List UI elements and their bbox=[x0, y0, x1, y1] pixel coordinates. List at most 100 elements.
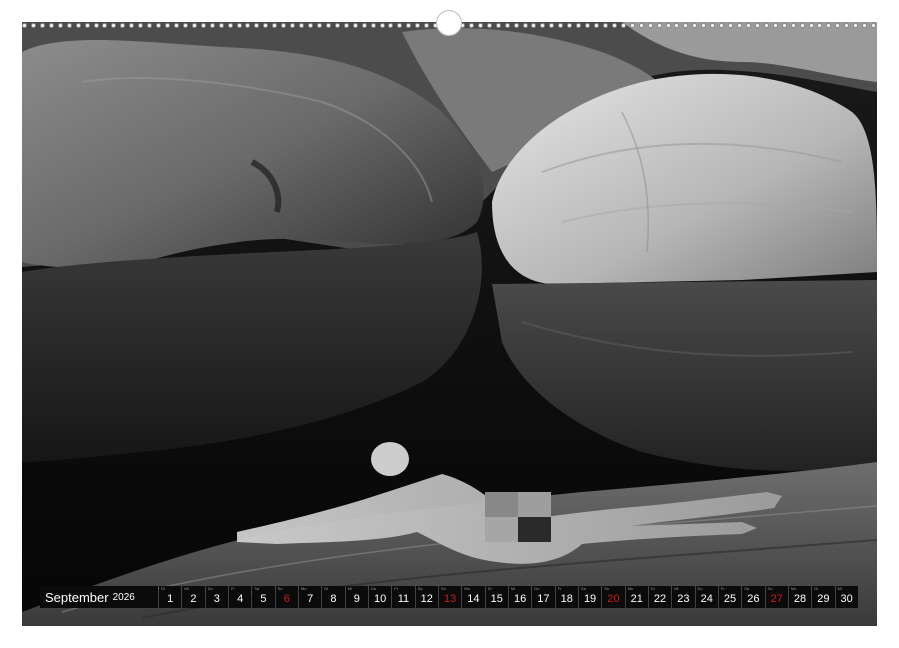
binding-ring bbox=[647, 22, 653, 28]
binding-ring bbox=[504, 22, 510, 28]
binding-ring bbox=[129, 22, 135, 28]
binding-ring bbox=[147, 22, 153, 28]
binding-ring bbox=[102, 22, 108, 28]
day-cell: Fr 4 bbox=[228, 586, 252, 608]
binding-ring bbox=[567, 22, 573, 28]
binding-ring bbox=[352, 22, 358, 28]
binding-ring bbox=[263, 22, 269, 28]
binding-ring bbox=[638, 22, 644, 28]
binding-ring bbox=[254, 22, 260, 28]
day-cell: Mo 7 bbox=[298, 586, 322, 608]
day-cell: Fr 18 bbox=[555, 586, 578, 608]
binding-ring bbox=[477, 22, 483, 28]
day-of-week: Di bbox=[161, 586, 165, 591]
binding-ring bbox=[585, 22, 591, 28]
binding-ring bbox=[674, 22, 680, 28]
month-label: September 2026 bbox=[40, 586, 158, 608]
binding-ring bbox=[138, 22, 144, 28]
binding-ring bbox=[763, 22, 769, 28]
binding-ring bbox=[844, 22, 850, 28]
day-number: 5 bbox=[260, 593, 267, 605]
binding-ring bbox=[415, 22, 421, 28]
binding-ring bbox=[710, 22, 716, 28]
day-number: 16 bbox=[513, 593, 527, 605]
day-number: 17 bbox=[537, 593, 550, 605]
binding-ring bbox=[156, 22, 162, 28]
binding-ring bbox=[701, 22, 707, 28]
binding-ring bbox=[281, 22, 287, 28]
binding-ring bbox=[245, 22, 251, 28]
binding-ring bbox=[406, 22, 412, 28]
binding-ring bbox=[308, 22, 313, 28]
day-number: 18 bbox=[560, 593, 573, 605]
day-of-week: So bbox=[440, 586, 446, 591]
binding-ring bbox=[790, 22, 796, 28]
day-of-week: Mi bbox=[347, 586, 352, 591]
day-of-week: Do bbox=[534, 586, 540, 591]
day-cell: Di 29 bbox=[812, 586, 835, 608]
day-cell: Do 10 bbox=[368, 586, 392, 608]
day-number: 30 bbox=[840, 593, 853, 605]
day-of-week: So bbox=[277, 586, 283, 591]
day-number: 22 bbox=[653, 593, 667, 605]
binding-ring bbox=[30, 22, 36, 28]
day-number: 25 bbox=[723, 593, 737, 605]
day-of-week: Fr bbox=[557, 586, 562, 591]
day-cell: Sa 26 bbox=[742, 586, 765, 608]
day-of-week: So bbox=[604, 586, 610, 591]
binding-ring bbox=[316, 22, 322, 28]
binding-ring bbox=[200, 22, 206, 28]
binding-ring bbox=[513, 22, 519, 28]
day-number: 9 bbox=[353, 593, 360, 605]
binding-ring bbox=[611, 22, 617, 28]
day-cell: Mo 21 bbox=[625, 586, 648, 608]
day-of-week: Mo bbox=[464, 586, 470, 591]
binding-ring bbox=[719, 22, 725, 28]
day-of-week: Di bbox=[324, 586, 329, 591]
day-of-week: Di bbox=[650, 586, 655, 591]
day-number: 1 bbox=[167, 593, 174, 605]
day-of-week: Sa bbox=[417, 586, 423, 591]
binding-ring bbox=[817, 22, 823, 28]
binding-ring bbox=[191, 22, 197, 28]
binding-ring bbox=[799, 22, 805, 28]
binding-ring bbox=[66, 22, 72, 28]
day-cell: Fr 11 bbox=[392, 586, 415, 608]
binding-ring bbox=[227, 22, 233, 28]
day-cell: Mi 9 bbox=[345, 586, 368, 608]
day-number: 13 bbox=[443, 593, 457, 605]
day-of-week: Do bbox=[207, 586, 213, 591]
day-cell: Sa 19 bbox=[578, 586, 602, 608]
day-number: 11 bbox=[397, 593, 410, 605]
photo-artwork bbox=[22, 22, 877, 626]
hanger-hole bbox=[436, 10, 462, 36]
day-cell: Di 1 bbox=[159, 586, 182, 608]
binding-ring bbox=[558, 22, 564, 28]
day-cell: So 27 bbox=[765, 586, 788, 608]
binding-ring bbox=[48, 22, 54, 28]
day-of-week: Do bbox=[697, 586, 703, 591]
day-number: 27 bbox=[770, 593, 783, 605]
day-of-week: Mo bbox=[790, 586, 797, 591]
day-cell: Do 17 bbox=[532, 586, 555, 608]
day-number: 4 bbox=[237, 593, 244, 605]
day-number: 23 bbox=[677, 593, 690, 605]
day-cell: So 13 bbox=[438, 586, 462, 608]
binding-ring bbox=[93, 22, 99, 28]
censor-mosaic bbox=[485, 492, 551, 542]
day-number: 2 bbox=[190, 593, 197, 605]
month-year: 2026 bbox=[112, 591, 135, 603]
binding-ring bbox=[665, 22, 671, 28]
day-cell: Di 15 bbox=[485, 586, 508, 608]
day-number: 10 bbox=[373, 593, 387, 605]
binding-ring bbox=[594, 22, 599, 28]
binding-ring bbox=[468, 22, 474, 28]
day-cell: Mo 14 bbox=[462, 586, 485, 608]
binding-ring bbox=[728, 22, 734, 28]
day-of-week: Mi bbox=[837, 586, 842, 591]
binding-ring bbox=[22, 22, 27, 28]
binding-ring bbox=[299, 22, 305, 28]
binding-ring bbox=[495, 22, 501, 28]
day-number: 20 bbox=[607, 593, 620, 605]
binding-ring bbox=[39, 22, 45, 28]
